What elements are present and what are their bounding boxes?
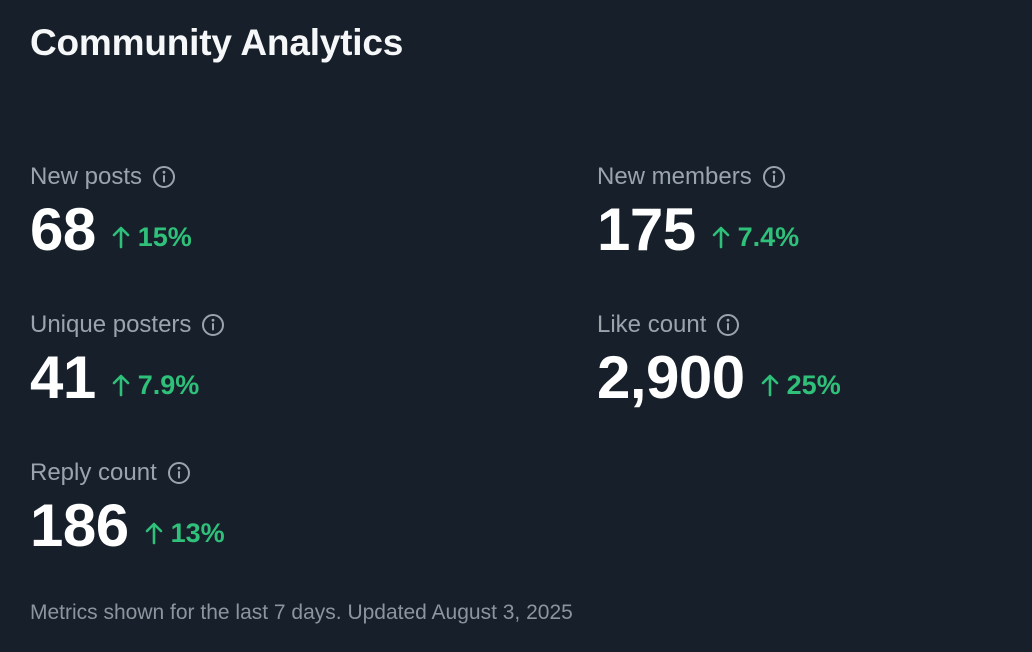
metric-value: 2,900 <box>597 344 745 411</box>
metric-label: New posts <box>30 163 143 190</box>
metric-change: 15% <box>112 222 192 253</box>
metric-reply-count: Reply count 186 13% <box>30 457 225 561</box>
metric-unique-posters: Unique posters 41 7.9% <box>30 309 225 413</box>
arrow-up-icon <box>712 224 730 250</box>
metric-value: 186 <box>30 492 129 559</box>
metric-label: New members <box>597 163 752 190</box>
metric-change: 25% <box>761 370 841 401</box>
metric-value: 68 <box>30 196 96 263</box>
metric-like-count: Like count 2,900 25% <box>597 309 841 413</box>
metric-label: Reply count <box>30 459 157 486</box>
metric-label: Like count <box>597 311 707 338</box>
arrow-up-icon <box>145 520 163 546</box>
metric-change-value: 7.4% <box>737 221 800 252</box>
metric-change-value: 15% <box>137 221 192 252</box>
info-icon[interactable] <box>201 313 225 337</box>
arrow-up-icon <box>761 372 779 398</box>
info-icon[interactable] <box>762 165 786 189</box>
metric-change-value: 7.9% <box>137 369 200 400</box>
metric-change-value: 13% <box>170 517 225 548</box>
metric-value: 41 <box>30 344 96 411</box>
info-icon[interactable] <box>152 165 176 189</box>
footer-note: Metrics shown for the last 7 days. Updat… <box>30 601 573 624</box>
info-icon[interactable] <box>716 313 740 337</box>
metric-new-posts: New posts 68 15% <box>30 161 192 265</box>
info-icon[interactable] <box>167 461 191 485</box>
metric-change-value: 25% <box>786 369 841 400</box>
metric-label: Unique posters <box>30 311 192 338</box>
arrow-up-icon <box>112 224 130 250</box>
arrow-up-icon <box>112 372 130 398</box>
metric-new-members: New members 175 7.4% <box>597 161 799 265</box>
metric-change: 7.4% <box>712 221 800 253</box>
page-title: Community Analytics <box>30 22 404 63</box>
metric-change: 13% <box>145 518 225 549</box>
metric-change: 7.9% <box>112 369 200 401</box>
metric-value: 175 <box>597 196 696 263</box>
